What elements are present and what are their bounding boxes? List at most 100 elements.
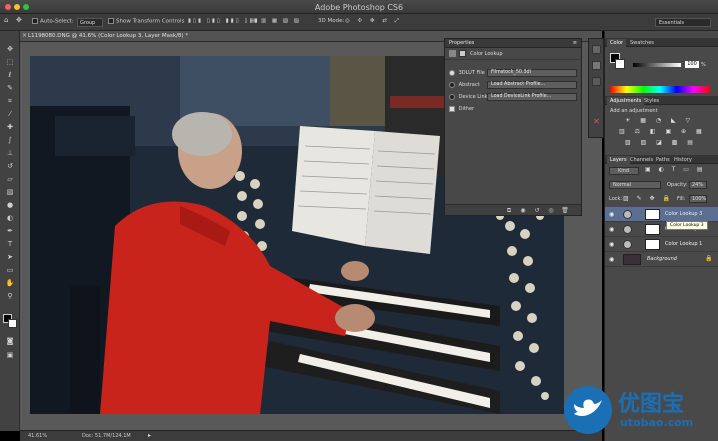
lasso-icon[interactable]: ℓ <box>5 71 15 79</box>
kind-filter-dropdown[interactable]: Kind <box>609 167 639 175</box>
distribute-buttons[interactable]: ▤ ▥ ▦ ▧ ▨ <box>250 18 301 24</box>
auto-select-dropdown[interactable]: Group <box>77 18 103 27</box>
kind-filter-value: Kind <box>618 168 630 174</box>
adjustment-icons-row-2[interactable]: ▥ ⚖ ◧ ▣ ⊕ ▦ <box>619 128 706 135</box>
tab-styles[interactable]: Styles <box>641 97 662 105</box>
workspace-dropdown[interactable]: Essentials <box>655 18 711 27</box>
move-icon[interactable]: ✥ <box>5 45 15 53</box>
lut-file-dropdown[interactable]: Filmstock_50.3dl <box>487 69 577 77</box>
quick-select-icon[interactable]: ✎ <box>5 84 15 92</box>
quick-mask-icon[interactable]: ◙ <box>5 337 15 345</box>
adjustment-layer-icon <box>623 225 632 234</box>
device-link-dropdown[interactable]: Load DeviceLink Profile... <box>487 93 577 101</box>
document-tab-title: L1198080.DNG @ 41.6% (Color Lookup 3, La… <box>28 33 189 39</box>
watermark: 优图宝 utobao.com <box>560 382 718 438</box>
shape-icon[interactable]: ▭ <box>5 266 15 274</box>
blur-icon[interactable]: ● <box>5 201 15 209</box>
doc-close-icon[interactable]: × <box>22 32 27 39</box>
healing-icon[interactable]: ✚ <box>5 123 15 131</box>
layer-filter-icons[interactable]: ▣ ◐ T ▭ ▤ <box>645 166 706 173</box>
stamp-icon[interactable]: ⊥ <box>5 149 15 157</box>
zoom-icon[interactable]: ⚲ <box>5 292 15 300</box>
align-buttons[interactable]: ▮▯▮ ▯▮▯ ▮▮▯ ▯▯▮ <box>188 18 260 24</box>
tab-paths[interactable]: Paths <box>653 156 673 164</box>
eyedropper-icon[interactable]: ⁄ <box>5 110 15 118</box>
background-color-swatch[interactable] <box>8 319 17 328</box>
blend-mode-dropdown[interactable]: Normal <box>609 181 661 189</box>
fill-input[interactable]: 100% <box>689 195 707 203</box>
layer-mask-thumbnail[interactable] <box>645 209 660 220</box>
clip-to-layer-icon[interactable]: ⧉ <box>505 207 513 214</box>
pen-icon[interactable]: ✒ <box>5 227 15 235</box>
device-link-row: Device Link Load DeviceLink Profile... <box>449 92 577 102</box>
layers-panel-tabs: Layers Channels Paths History <box>605 155 718 164</box>
abstract-radio[interactable] <box>449 81 455 88</box>
type-icon[interactable]: T <box>5 240 15 248</box>
move-tool-preset-icon[interactable]: ✥ <box>16 16 22 24</box>
abstract-dropdown[interactable]: Load Abstract Profile... <box>487 81 577 89</box>
screen-mode-icon[interactable]: ▣ <box>5 351 15 359</box>
view-previous-icon[interactable]: ◉ <box>519 207 527 214</box>
tab-history[interactable]: History <box>671 156 695 164</box>
layer-name: Color Lookup 3 <box>665 211 703 217</box>
adjustment-icons-row-3[interactable]: ▧ ▨ ◪ ▩ ▤ <box>625 139 697 146</box>
properties-header[interactable]: Properties ≡ <box>445 39 581 48</box>
auto-select-checkbox[interactable]: Auto-Select: <box>32 18 74 25</box>
lock-icons[interactable]: ▨ ✎ ✥ 🔒 <box>623 195 673 202</box>
color-background[interactable] <box>615 59 625 69</box>
hand-icon[interactable]: ✋ <box>5 279 15 287</box>
tab-channels[interactable]: Channels <box>627 156 656 164</box>
layer-mask-thumbnail[interactable] <box>645 224 660 235</box>
3d-mode-icons[interactable]: ◎ ✣ ✥ ⇄ ⤢ <box>345 18 402 25</box>
x-panel-icon[interactable]: ✕ <box>592 117 601 126</box>
layer-row[interactable]: ◉ Color Lookup 3 <box>605 207 718 222</box>
layer-tooltip: Color Lookup 3 <box>666 221 708 230</box>
layer-row[interactable]: ◉ Color Lookup 1 <box>605 237 718 252</box>
visibility-eye-icon[interactable]: ◉ <box>609 241 617 248</box>
show-transform-checkbox[interactable]: Show Transform Controls <box>108 18 184 25</box>
path-select-icon[interactable]: ➤ <box>5 253 15 261</box>
gradient-icon[interactable]: ▧ <box>5 188 15 196</box>
options-bar: ⌂ ✥ Auto-Select: Group Show Transform Co… <box>0 14 718 31</box>
color-slider[interactable] <box>633 63 681 67</box>
tab-swatches[interactable]: Swatches <box>627 39 657 47</box>
layer-mask-thumbnail[interactable] <box>645 239 660 250</box>
visibility-icon[interactable]: ◎ <box>547 207 555 214</box>
abstract-label: Abstract <box>458 82 480 88</box>
device-link-radio[interactable] <box>449 93 455 100</box>
history-brush-icon[interactable]: ↺ <box>5 162 15 170</box>
right-panel-dock: Color Swatches 100 % Adjustments Styles … <box>604 31 718 441</box>
status-arrow-icon[interactable]: ▸ <box>148 432 151 439</box>
properties-panel-icon[interactable] <box>592 61 601 70</box>
crop-icon[interactable]: ⌗ <box>5 97 15 105</box>
color-slider-value[interactable]: 100 <box>685 61 699 68</box>
zoom-level[interactable]: 41.61% <box>28 433 47 439</box>
visibility-eye-icon[interactable]: ◉ <box>609 226 617 233</box>
layer-row[interactable]: ◉ Background 🔒 <box>605 252 718 267</box>
marquee-icon[interactable]: ⬚ <box>5 58 15 66</box>
properties-menu-icon[interactable]: ≡ <box>573 39 577 48</box>
title-bar: Adobe Photoshop CS6 <box>0 0 718 14</box>
opacity-input[interactable]: 24% <box>689 181 707 189</box>
dodge-icon[interactable]: ◐ <box>5 214 15 222</box>
delete-adjustment-icon[interactable]: 🗑 <box>561 207 569 214</box>
color-spectrum[interactable] <box>610 86 710 93</box>
eraser-icon[interactable]: ▱ <box>5 175 15 183</box>
lut-file-label: 3DLUT File <box>458 70 485 76</box>
background-thumbnail[interactable] <box>623 254 641 265</box>
layer-name: Color Lookup 1 <box>665 241 703 247</box>
visibility-eye-icon[interactable]: ◉ <box>609 256 617 263</box>
history-panel-icon[interactable] <box>592 45 601 54</box>
reset-icon[interactable]: ↺ <box>533 207 541 214</box>
visibility-eye-icon[interactable]: ◉ <box>609 211 617 218</box>
dither-checkbox[interactable] <box>449 105 455 112</box>
workspace-value: Essentials <box>659 20 685 26</box>
home-icon[interactable]: ⌂ <box>4 16 8 24</box>
lut-file-radio[interactable] <box>449 69 455 76</box>
mask-icon[interactable] <box>459 50 466 57</box>
info-panel-icon[interactable] <box>592 77 601 86</box>
brush-icon[interactable]: ∫ <box>5 136 15 144</box>
adjustment-icons-row-1[interactable]: ☀ ▦ ◔ ◣ ▽ <box>625 117 694 124</box>
tab-color[interactable]: Color <box>607 39 627 47</box>
tab-adjustments[interactable]: Adjustments <box>607 97 645 105</box>
